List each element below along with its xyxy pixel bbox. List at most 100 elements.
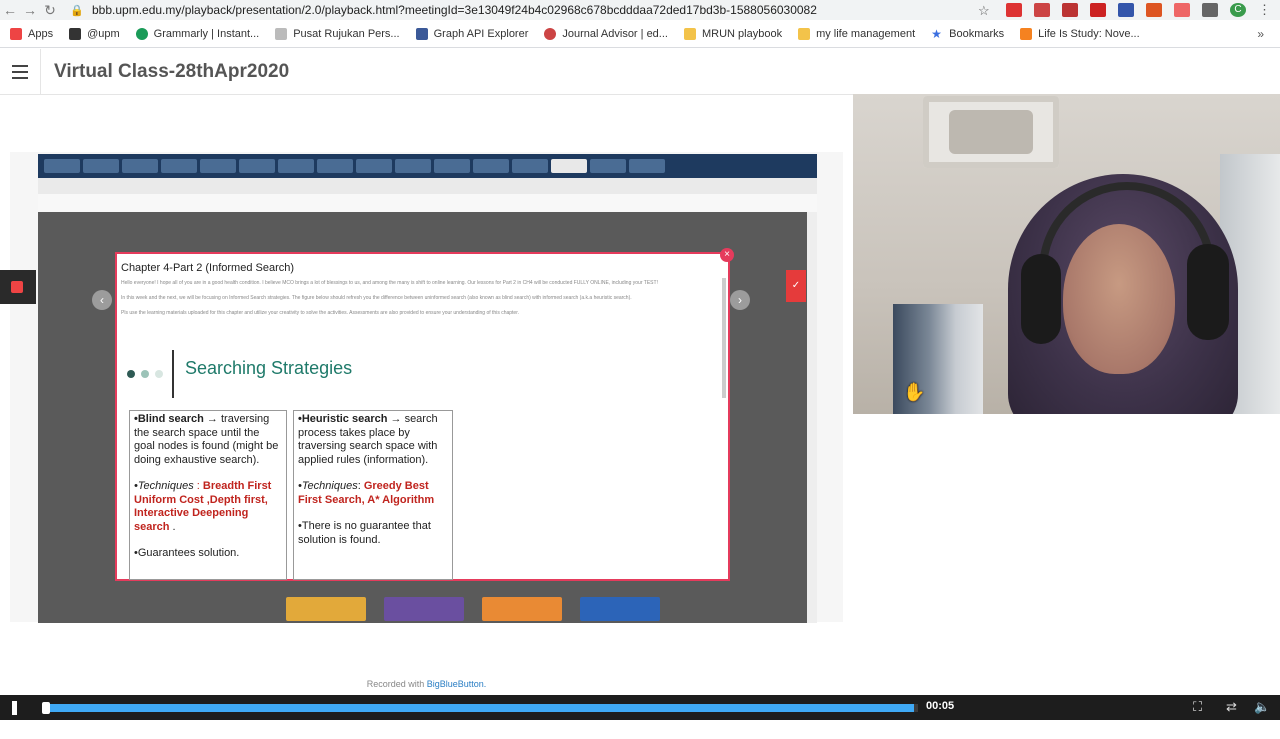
slide-tab bbox=[239, 159, 275, 173]
heuristic-search-box: •Heuristic search → search process takes… bbox=[293, 410, 453, 580]
url-field[interactable]: bbb.upm.edu.my/playback/presentation/2.0… bbox=[92, 3, 972, 17]
techniques-label: •Techniques bbox=[134, 480, 194, 492]
bookmark-mrun-playbook[interactable]: MRUN playbook bbox=[683, 27, 782, 40]
slide-tab-active bbox=[551, 159, 587, 173]
record-stop-icon bbox=[11, 281, 23, 293]
slide-tab bbox=[161, 159, 197, 173]
back-icon[interactable]: ← bbox=[0, 2, 20, 18]
slide-tab bbox=[122, 159, 158, 173]
headphone-left bbox=[1021, 254, 1061, 344]
bookmarks-bar: Apps @upm Grammarly | Instant... Pusat R… bbox=[0, 20, 1280, 48]
extension-icon[interactable] bbox=[1174, 3, 1190, 17]
slide-tab bbox=[278, 159, 314, 173]
techniques-tail: . bbox=[169, 520, 176, 533]
extension-shield-icon[interactable] bbox=[1006, 3, 1022, 17]
heuristic-search-title: •Heuristic search bbox=[298, 413, 388, 425]
dot bbox=[127, 370, 135, 378]
intro-paragraph: Hello everyone! I hope all of you are in… bbox=[121, 280, 658, 286]
edit-icon: ✓ bbox=[786, 270, 806, 302]
progress-bar[interactable] bbox=[42, 702, 918, 714]
slide-address-bar bbox=[38, 178, 817, 194]
grammarly-icon bbox=[135, 27, 148, 40]
folder-icon bbox=[798, 27, 811, 40]
slide-tab bbox=[434, 159, 470, 173]
browser-address-bar: ← → ↻ 🔒 bbb.upm.edu.my/playback/presenta… bbox=[0, 0, 1280, 20]
slide-heading: Searching Strategies bbox=[185, 358, 353, 378]
fullscreen-icon[interactable]: ⛶ bbox=[1193, 699, 1202, 715]
extension-icon[interactable] bbox=[1118, 3, 1134, 17]
slide-tab bbox=[590, 159, 626, 173]
slide-tab bbox=[395, 159, 431, 173]
extension-pdf-icon[interactable] bbox=[1090, 3, 1106, 17]
app-header: Virtual Class-28thApr2020 bbox=[0, 49, 1280, 95]
intro-paragraph: Pls use the learning materials uploaded … bbox=[121, 310, 519, 316]
slide-browser-tabs bbox=[38, 154, 817, 178]
progress-handle[interactable] bbox=[42, 702, 50, 714]
recorded-text: Recorded with bbox=[366, 679, 427, 689]
modal-title: Chapter 4-Part 2 (Informed Search) bbox=[121, 262, 295, 274]
bookmark-bookmarks[interactable]: ★ Bookmarks bbox=[931, 28, 1004, 40]
extensions-menu-icon[interactable] bbox=[1202, 3, 1218, 17]
recorded-with: Recorded with BigBlueButton. bbox=[0, 679, 853, 689]
lock-icon[interactable]: 🔒 bbox=[70, 4, 84, 17]
blind-search-guarantee: •Guarantees solution. bbox=[134, 547, 240, 559]
extension-icon[interactable] bbox=[1034, 3, 1050, 17]
slide-modal: × Chapter 4-Part 2 (Informed Search) Hel… bbox=[115, 248, 734, 581]
bookmark-apps[interactable]: Apps bbox=[10, 27, 53, 40]
dot bbox=[155, 370, 163, 378]
slide-tab bbox=[629, 159, 665, 173]
star-icon: ★ bbox=[931, 26, 942, 41]
pause-icon[interactable] bbox=[12, 701, 28, 734]
webcam-video[interactable]: ✋ bbox=[853, 94, 1280, 414]
reload-icon[interactable]: ↻ bbox=[40, 2, 60, 19]
playback-controls: 00:05 ⛶ ⇄ 🔈 bbox=[0, 695, 1280, 734]
time-display: 00:05 bbox=[926, 700, 955, 712]
slide-thumbnails bbox=[286, 597, 678, 621]
extension-icon[interactable] bbox=[1146, 3, 1162, 17]
swap-layout-icon[interactable]: ⇄ bbox=[1226, 699, 1237, 715]
slide-tab bbox=[473, 159, 509, 173]
page-title: Virtual Class-28thApr2020 bbox=[54, 61, 290, 82]
star-icon[interactable]: ☆ bbox=[978, 3, 994, 18]
chevron-left-icon: ‹ bbox=[92, 290, 112, 310]
bookmark-graph-api[interactable]: Graph API Explorer bbox=[415, 27, 528, 40]
volume-icon[interactable]: 🔈 bbox=[1254, 699, 1270, 715]
close-icon: × bbox=[720, 248, 734, 262]
forward-icon[interactable]: → bbox=[20, 2, 40, 18]
ceiling-ac-unit bbox=[923, 96, 1059, 168]
bookmark-grammarly[interactable]: Grammarly | Instant... bbox=[135, 27, 259, 40]
folder-icon bbox=[683, 27, 696, 40]
bookmark-pusat-rujukan[interactable]: Pusat Rujukan Pers... bbox=[275, 27, 400, 40]
bookmark-journal-advisor[interactable]: Journal Advisor | ed... bbox=[544, 27, 668, 40]
thumbnail bbox=[286, 597, 366, 621]
chevron-right-icon: › bbox=[730, 290, 750, 310]
heuristic-search-guarantee: •There is no guarantee that solution is … bbox=[298, 520, 431, 546]
slide-scrollbar bbox=[807, 212, 817, 623]
menu-dots-icon[interactable]: ⋮ bbox=[1258, 3, 1274, 17]
page-icon bbox=[275, 27, 288, 40]
thumbnail bbox=[384, 597, 464, 621]
slide-tab bbox=[356, 159, 392, 173]
heuristic-search-techniques: •Techniques: Greedy Best First Search, A… bbox=[298, 480, 448, 507]
techniques-label: •Techniques bbox=[298, 480, 358, 492]
heuristic-search-definition: •Heuristic search → search process takes… bbox=[298, 413, 448, 467]
progress-fill bbox=[44, 704, 914, 712]
bookmark-my-life-management[interactable]: my life management bbox=[798, 27, 915, 40]
modal-intro: Hello everyone! I hope all of you are in… bbox=[121, 280, 711, 325]
blogger-icon bbox=[1020, 27, 1033, 40]
extension-pdf-icon[interactable] bbox=[1062, 3, 1078, 17]
decorative-dots bbox=[127, 370, 169, 378]
journal-icon bbox=[544, 27, 557, 40]
thumbnail bbox=[482, 597, 562, 621]
bigbluebutton-link[interactable]: BigBlueButton. bbox=[427, 679, 487, 689]
apps-grid-icon bbox=[10, 27, 22, 40]
profile-avatar[interactable]: C bbox=[1230, 3, 1246, 17]
header-divider bbox=[40, 49, 41, 95]
bookmark-upm[interactable]: @upm bbox=[69, 27, 120, 40]
facebook-icon bbox=[415, 27, 428, 40]
chevron-double-right-icon[interactable]: » bbox=[1257, 27, 1264, 41]
slide-tab bbox=[317, 159, 353, 173]
menu-icon[interactable] bbox=[12, 65, 28, 79]
slide-tab bbox=[83, 159, 119, 173]
bookmark-life-is-study[interactable]: Life Is Study: Nove... bbox=[1020, 27, 1140, 40]
